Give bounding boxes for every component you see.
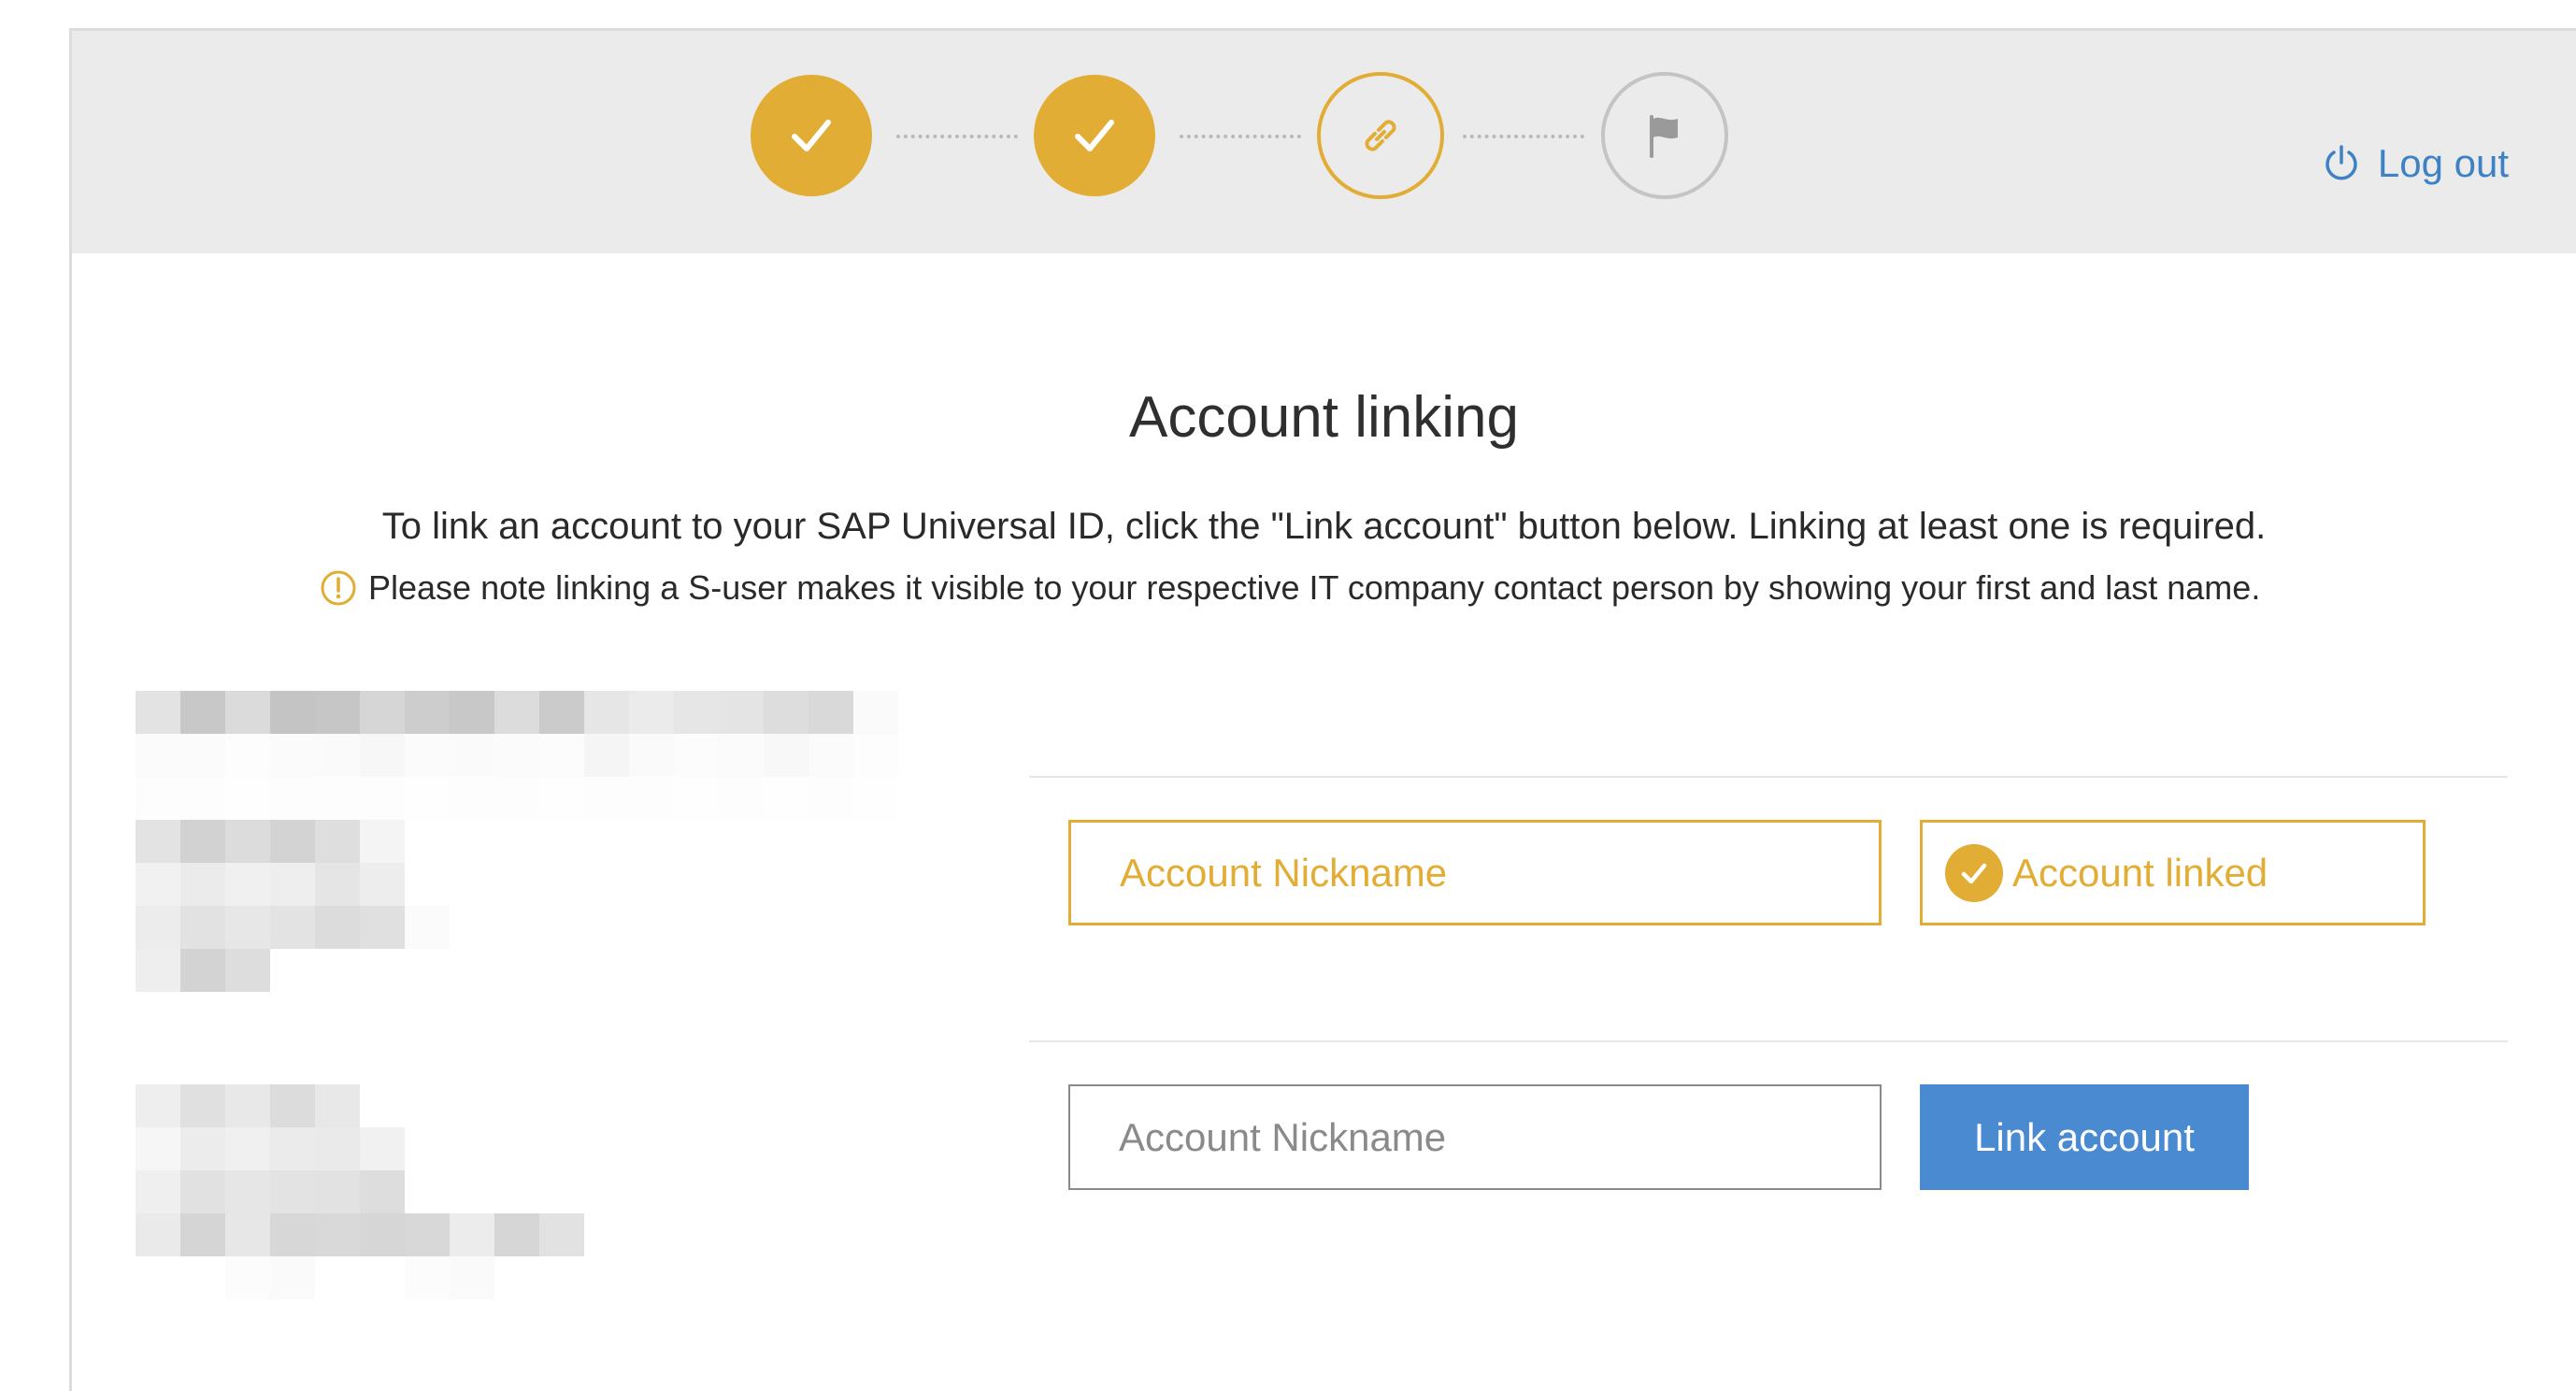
row-divider xyxy=(1029,776,2508,778)
account-nickname-input[interactable] xyxy=(1068,1084,1882,1190)
redacted-account-details xyxy=(136,820,450,992)
account-nickname-input[interactable] xyxy=(1068,820,1882,925)
step-4-upcoming xyxy=(1601,72,1728,199)
check-icon xyxy=(1075,120,1114,151)
account-linked-label: Account linked xyxy=(2012,850,2268,895)
link-account-button[interactable]: Link account xyxy=(1920,1084,2249,1190)
step-2-completed xyxy=(1034,75,1155,196)
row-divider xyxy=(1029,1040,2508,1042)
step-connector xyxy=(1463,135,1584,138)
flag-icon xyxy=(1650,115,1678,158)
account-linked-status: Account linked xyxy=(1920,820,2426,925)
privacy-note: Please note linking a S-user makes it vi… xyxy=(320,568,2260,608)
step-3-current xyxy=(1317,72,1444,199)
redacted-account-details xyxy=(136,1084,629,1299)
page-title: Account linking xyxy=(1128,385,1520,450)
logout-link[interactable]: Log out xyxy=(2324,141,2509,186)
step-1-completed xyxy=(751,75,872,196)
progress-header: Log out xyxy=(72,31,2576,253)
page-frame: Log out Account linking To link an accou… xyxy=(69,28,2576,1391)
power-icon xyxy=(2326,145,2357,180)
check-circle-icon xyxy=(1945,843,2003,902)
step-connector xyxy=(1180,135,1301,138)
link-icon xyxy=(1365,120,1396,151)
step-connector xyxy=(896,135,1018,138)
check-icon xyxy=(792,120,831,151)
warning-icon xyxy=(320,569,357,607)
intro-text: To link an account to your SAP Universal… xyxy=(381,506,2267,547)
redacted-account-title xyxy=(136,691,898,820)
note-text: Please note linking a S-user makes it vi… xyxy=(368,568,2261,607)
logout-label: Log out xyxy=(2377,141,2509,185)
